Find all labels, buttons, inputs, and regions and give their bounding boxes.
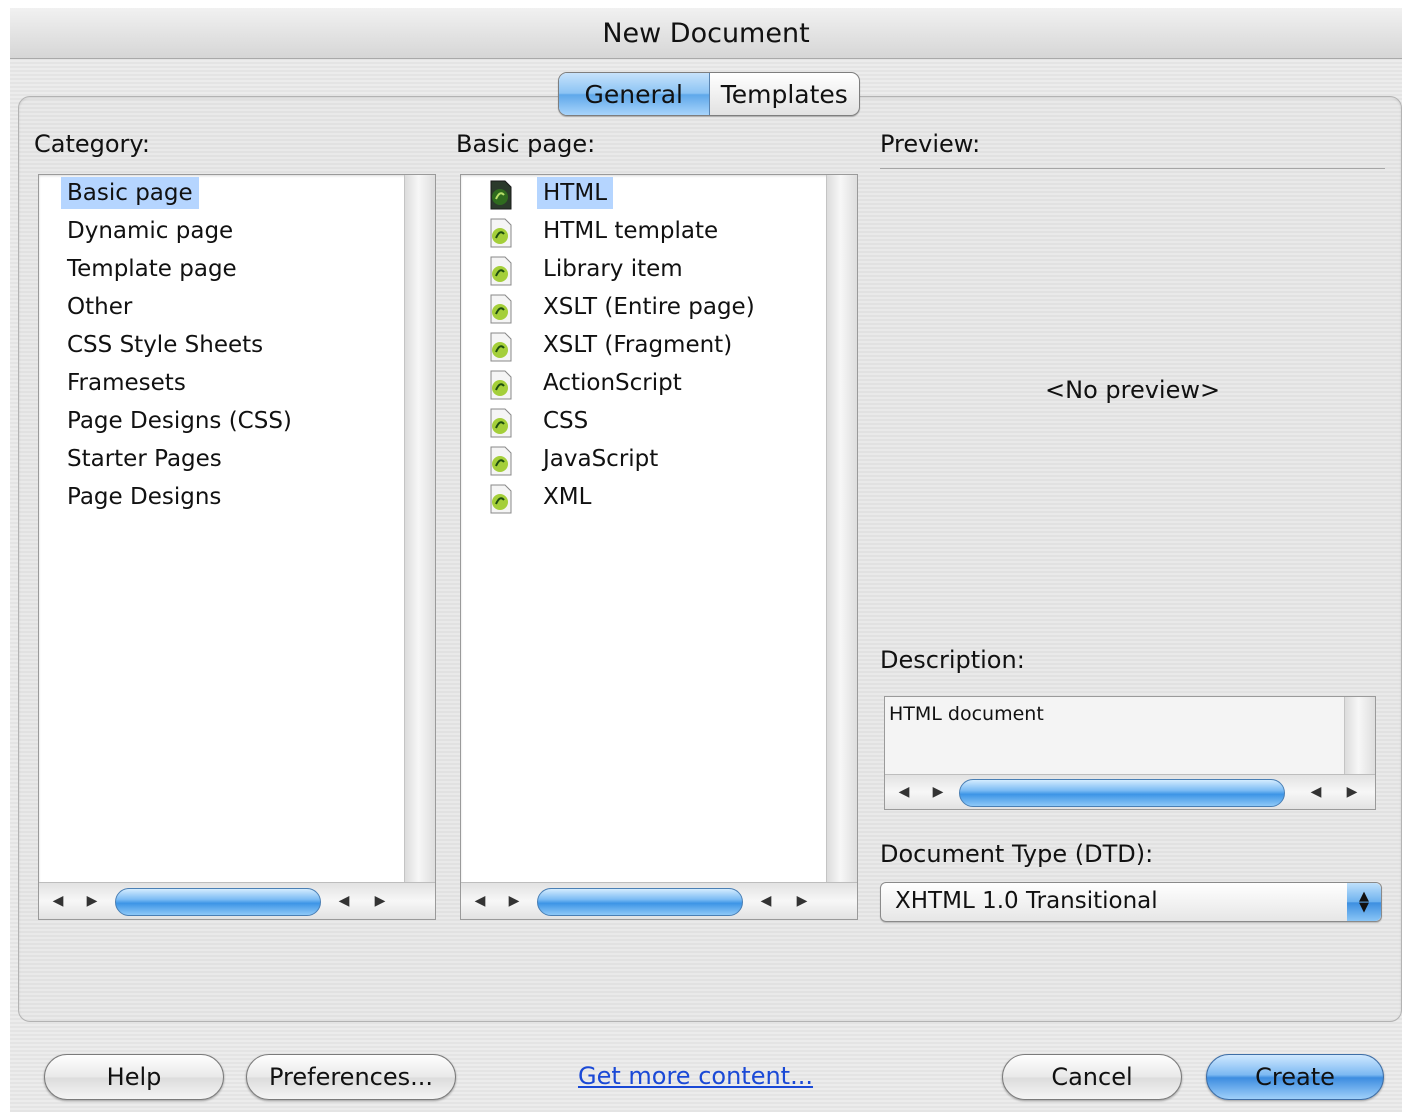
category-item-basic-page[interactable]: Basic page [61,177,199,209]
category-item-page-designs-css[interactable]: Page Designs (CSS) [61,405,298,437]
basic-page-item-xslt-entire-page[interactable]: XSLT (Entire page) [537,291,761,323]
category-item-framesets[interactable]: Framesets [61,367,192,399]
category-item-template-page[interactable]: Template page [61,253,243,285]
basic-page-item-javascript[interactable]: JavaScript [537,443,664,475]
scroll-thumb[interactable] [115,888,321,916]
get-more-content-link[interactable]: Get more content... [578,1062,813,1090]
scroll-right-icon[interactable]: ▶ [499,883,529,919]
basic-page-horizontal-scrollbar[interactable]: ◀ ▶ ◀ ▶ [461,882,857,919]
doctype-label: Document Type (DTD): [880,840,1154,868]
tab-templates[interactable]: Templates [710,73,860,115]
doctype-value: XHTML 1.0 Transitional [895,888,1158,914]
help-button[interactable]: Help [44,1054,224,1100]
window-title: New Document [10,8,1402,59]
category-item-css-style-sheets[interactable]: CSS Style Sheets [61,329,269,361]
html-document-icon [490,180,512,210]
category-item-dynamic-page[interactable]: Dynamic page [61,215,239,247]
preferences-button[interactable]: Preferences... [246,1054,456,1100]
basic-page-item-xml[interactable]: XML [537,481,597,513]
description-horizontal-scrollbar[interactable]: ◀ ▶ ◀ ▶ [885,774,1375,809]
scroll-right-icon[interactable]: ▶ [77,883,107,919]
category-item-starter-pages[interactable]: Starter Pages [61,443,228,475]
category-vertical-scrollbar[interactable] [404,175,435,883]
tab-bar: General Templates [558,72,860,116]
description-box: HTML document ◀ ▶ ◀ ▶ [884,696,1376,810]
scroll-left-icon[interactable]: ◀ [465,883,495,919]
cancel-button[interactable]: Cancel [1002,1054,1182,1100]
scroll-right-icon[interactable]: ▶ [365,883,395,919]
document-icon [490,484,512,514]
category-item-other[interactable]: Other [61,291,138,323]
basic-page-item-html-template[interactable]: HTML template [537,215,724,247]
document-icon [490,294,512,324]
doctype-select[interactable]: XHTML 1.0 Transitional ▲ ▼ [880,882,1382,922]
basic-page-list[interactable]: HTML HTML template Library item XSLT (En… [460,174,858,920]
basic-page-item-css[interactable]: CSS [537,405,594,437]
document-icon [490,332,512,362]
basic-page-item-library-item[interactable]: Library item [537,253,689,285]
new-document-dialog: New Document General Templates Category:… [10,8,1402,1112]
document-icon [490,218,512,248]
preview-label: Preview: [880,130,981,158]
scroll-right-icon[interactable]: ▶ [787,883,817,919]
description-label: Description: [880,646,1025,674]
document-icon [490,256,512,286]
no-preview-text: <No preview> [1045,376,1221,404]
basic-page-label: Basic page: [456,130,596,158]
basic-page-item-actionscript[interactable]: ActionScript [537,367,688,399]
create-button[interactable]: Create [1206,1054,1384,1100]
category-item-page-designs[interactable]: Page Designs [61,481,227,513]
basic-page-item-xslt-fragment[interactable]: XSLT (Fragment) [537,329,738,361]
select-arrows-icon: ▲ ▼ [1347,883,1381,921]
scroll-right-icon[interactable]: ▶ [1337,775,1367,809]
scroll-left-icon[interactable]: ◀ [751,883,781,919]
document-icon [490,446,512,476]
description-text: HTML document [889,703,1044,725]
basic-page-vertical-scrollbar[interactable] [826,175,857,883]
category-list[interactable]: Basic page Dynamic page Template page Ot… [38,174,436,920]
scroll-left-icon[interactable]: ◀ [329,883,359,919]
scroll-left-icon[interactable]: ◀ [43,883,73,919]
scroll-thumb[interactable] [959,779,1285,807]
scroll-thumb[interactable] [537,888,743,916]
preview-divider [880,168,1385,169]
scroll-right-icon[interactable]: ▶ [923,775,953,809]
category-label: Category: [34,130,150,158]
scroll-left-icon[interactable]: ◀ [889,775,919,809]
document-icon [490,408,512,438]
tab-general[interactable]: General [559,73,710,115]
scroll-left-icon[interactable]: ◀ [1301,775,1331,809]
basic-page-item-html[interactable]: HTML [537,177,614,209]
document-icon [490,370,512,400]
category-horizontal-scrollbar[interactable]: ◀ ▶ ◀ ▶ [39,882,435,919]
